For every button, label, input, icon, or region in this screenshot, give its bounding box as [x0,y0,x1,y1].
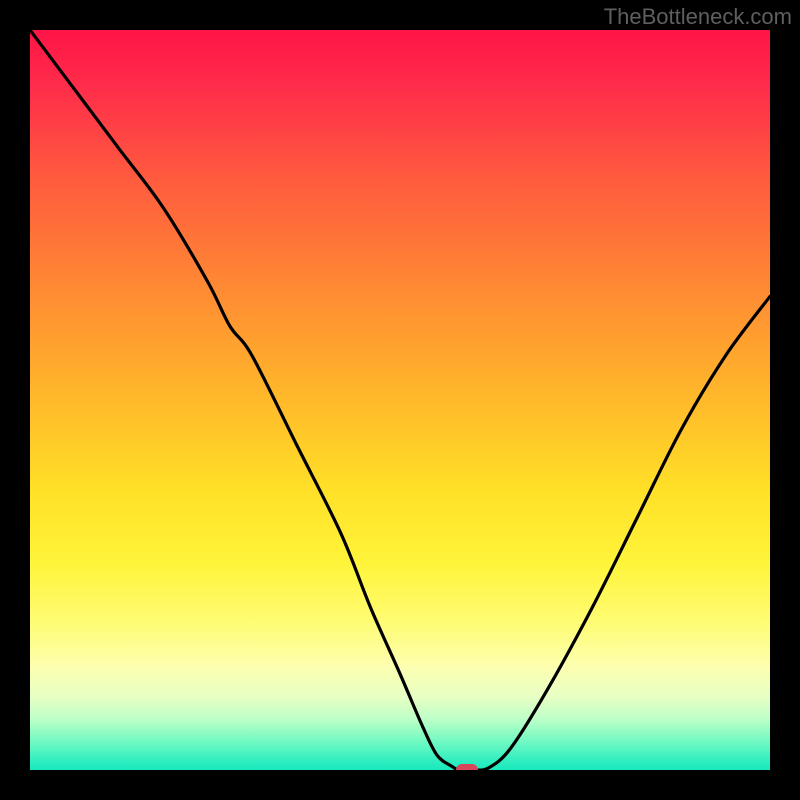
chart-frame: TheBottleneck.com [0,0,800,800]
plot-area [30,30,770,770]
optimum-marker [456,764,478,770]
curve-path [30,30,770,770]
bottleneck-curve [30,30,770,770]
watermark-text: TheBottleneck.com [604,4,792,30]
